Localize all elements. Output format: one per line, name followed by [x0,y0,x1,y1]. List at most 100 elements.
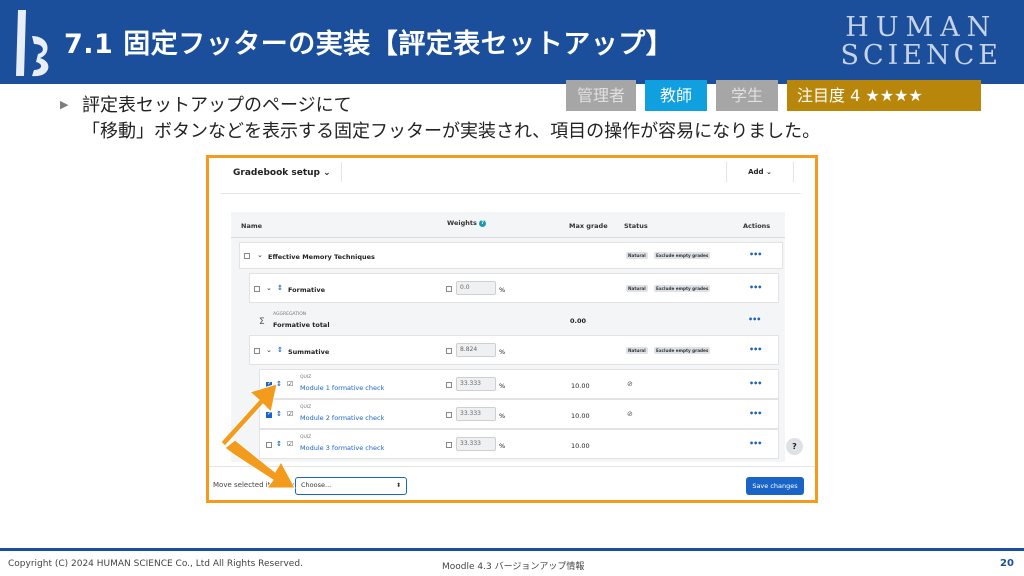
sticky-footer: Move selected items to Choose... ⬍ Save … [209,466,815,500]
chevron-down-icon[interactable]: ⌄ [266,346,272,354]
table-row-quiz-2: ↕ ☑ QUIZ Module 2 formative check 33.333… [259,399,779,429]
formative-total-name: Formative total [273,321,330,329]
eye-slash-icon: ⊘ [627,410,633,418]
move-handle-icon[interactable]: ↕ [276,410,282,418]
table-row-formative: ⌄ ↕ Formative 0.0 % Natural Exclude empt… [249,273,779,303]
col-header-weights-label: Weights [447,219,477,227]
percent-label: % [499,442,506,450]
move-select-value: Choose... [301,481,332,489]
row-checkbox-checked[interactable] [266,380,272,388]
max-grade-value: 10.00 [571,382,590,390]
weight-input[interactable]: 33.333 [456,407,496,421]
move-selected-label: Move selected items to [213,481,295,489]
move-handle-icon[interactable]: ↕ [277,346,283,354]
bullet-text-line2: 「移動」ボタンなどを表示する固定フッターが実装され、項目の操作が容易になりました… [82,121,821,142]
col-header-status: Status [624,222,648,230]
weight-override-checkbox[interactable] [446,382,452,388]
actions-menu-button[interactable]: ••• [749,439,762,448]
weight-input[interactable]: 33.333 [456,377,496,391]
percent-label: % [499,286,506,294]
page-number: 20 [1000,558,1014,569]
brand-logo-text: HUMAN SCIENCE [840,14,1002,69]
document-subject: Moodle 4.3 バージョンアップ情報 [442,562,585,572]
gradebook-setup-dropdown[interactable]: Gradebook setup ⌄ [233,168,331,178]
row-checkbox[interactable] [266,442,272,448]
max-grade-value: 10.00 [571,412,590,420]
gradebook-table: Name Weights ? Max grade Status Actions … [231,212,785,462]
quiz-type-label: QUIZ [300,435,312,440]
moodle-screenshot: Gradebook setup ⌄ Add ⌄ Name Weights ? M… [206,155,818,503]
chevron-down-icon[interactable]: ⌄ [266,284,272,292]
brand-line-2: SCIENCE [840,40,1002,71]
table-row-quiz-1: ↕ ☑ QUIZ Module 1 formative check 33.333… [259,369,779,399]
chevron-down-icon[interactable]: ⌄ [257,251,263,259]
row-checkbox[interactable] [244,253,250,259]
gradebook-toolbar: Gradebook setup ⌄ Add ⌄ [221,158,801,194]
actions-menu-button[interactable]: ••• [749,250,762,259]
actions-menu-button[interactable]: ••• [749,283,762,292]
status-badge-natural: Natural [626,285,648,292]
status-badge-natural: Natural [626,252,648,259]
quiz-type-label: QUIZ [300,405,312,410]
weight-override-checkbox[interactable] [446,442,452,448]
summative-name: Summative [288,348,330,356]
toolbar-divider [341,162,342,182]
actions-menu-button[interactable]: ••• [749,379,762,388]
tag-attention-level: 注目度 4 ★★★★ [787,80,981,111]
brand-line-1: HUMAN [845,12,998,43]
company-logo-icon [16,10,49,77]
table-row-category: ⌄ Effective Memory Techniques Natural Ex… [239,242,783,269]
tag-admin: 管理者 [566,80,636,111]
actions-menu-button[interactable]: ••• [748,315,761,324]
weight-override-checkbox[interactable] [446,412,452,418]
row-checkbox[interactable] [254,286,260,292]
status-badge-natural: Natural [626,347,648,354]
quiz-link[interactable]: Module 3 formative check [300,444,384,452]
quiz-link[interactable]: Module 2 formative check [300,414,384,422]
col-header-weights: Weights ? [447,219,487,227]
help-button[interactable]: ? [786,438,803,455]
slide: 7.1 固定フッターの実装【評定表セットアップ】 HUMAN SCIENCE 管… [0,0,1024,576]
weight-input[interactable]: 33.333 [456,437,496,451]
weight-input[interactable]: 8.824 [456,343,496,357]
aggregation-label: AGGREGATION [273,312,307,317]
weight-override-checkbox[interactable] [446,286,452,292]
table-row-formative-total: Σ AGGREGATION Formative total 0.00 ••• [249,307,779,335]
save-changes-button[interactable]: Save changes [746,477,804,495]
sigma-icon: Σ [259,317,265,327]
header-bar: 7.1 固定フッターの実装【評定表セットアップ】 HUMAN SCIENCE [0,0,1024,84]
page-title: 7.1 固定フッターの実装【評定表セットアップ】 [64,29,674,60]
percent-label: % [499,382,506,390]
tag-teacher: 教師 [645,80,707,111]
move-handle-icon[interactable]: ↕ [277,284,283,292]
actions-menu-button[interactable]: ••• [749,345,762,354]
move-handle-icon[interactable]: ↕ [276,380,282,388]
row-checkbox-checked[interactable] [266,410,272,418]
status-badge-exclude: Exclude empty grades [654,347,711,354]
move-destination-select[interactable]: Choose... ⬍ [295,477,407,495]
percent-label: % [499,348,506,356]
footer-divider [0,548,1024,551]
actions-menu-button[interactable]: ••• [749,409,762,418]
quiz-icon: ☑ [287,410,294,418]
weight-override-checkbox[interactable] [446,348,452,354]
col-header-max-grade: Max grade [569,222,608,230]
formative-name: Formative [288,286,325,294]
add-dropdown-button[interactable]: Add ⌄ [726,162,794,182]
percent-label: % [499,412,506,420]
move-handle-icon[interactable]: ↕ [276,440,282,448]
quiz-type-label: QUIZ [300,375,312,380]
help-circle-icon[interactable]: ? [479,219,487,227]
bullet-text-line1: 評定表セットアップのページにて [82,95,352,116]
quiz-icon: ☑ [287,440,294,448]
row-checkbox[interactable] [254,348,260,354]
status-badge-exclude: Exclude empty grades [654,252,711,259]
quiz-icon: ☑ [287,380,294,388]
col-header-name: Name [241,222,263,230]
col-header-actions: Actions [743,222,771,230]
role-tags: 管理者 教師 学生 注目度 4 ★★★★ [566,80,981,111]
quiz-link[interactable]: Module 1 formative check [300,384,384,392]
weight-input[interactable]: 0.0 [456,281,496,295]
copyright-text: Copyright (C) 2024 HUMAN SCIENCE Co., Lt… [8,559,303,569]
eye-slash-icon: ⊘ [627,380,633,388]
